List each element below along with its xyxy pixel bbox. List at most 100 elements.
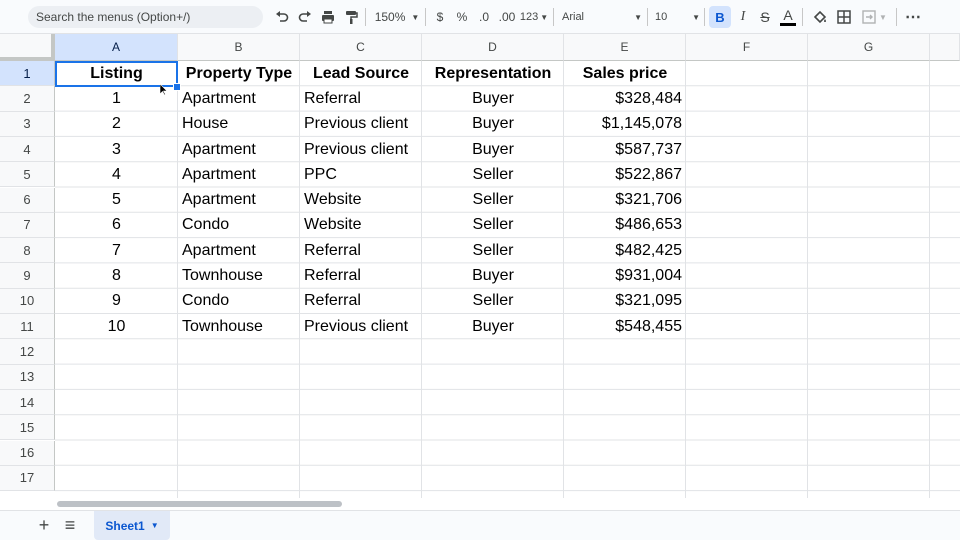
table-cell[interactable]: $321,706 xyxy=(564,188,686,213)
table-cell[interactable]: Referral xyxy=(300,86,422,111)
header-cell[interactable]: Representation xyxy=(422,61,564,86)
decrease-decimal-button[interactable]: .0 xyxy=(474,0,494,34)
table-cell[interactable]: Website xyxy=(300,213,422,238)
table-cell[interactable]: $482,425 xyxy=(564,238,686,263)
table-cell[interactable]: Website xyxy=(300,188,422,213)
table-cell[interactable]: Seller xyxy=(422,289,564,314)
table-cell[interactable]: 9 xyxy=(55,289,178,314)
search-input[interactable] xyxy=(36,10,256,24)
column-header-c[interactable]: C xyxy=(300,34,422,61)
row-header-2[interactable]: 2 xyxy=(0,86,55,112)
row-header-5[interactable]: 5 xyxy=(0,162,55,188)
table-cell[interactable]: Buyer xyxy=(422,112,564,137)
borders-icon[interactable] xyxy=(834,0,854,34)
table-cell[interactable]: 5 xyxy=(55,188,178,213)
table-cell[interactable]: PPC xyxy=(300,162,422,187)
table-cell[interactable]: Buyer xyxy=(422,263,564,288)
column-header-d[interactable]: D xyxy=(422,34,564,61)
header-cell[interactable]: Sales price xyxy=(564,61,686,86)
row-header-10[interactable]: 10 xyxy=(0,288,55,314)
table-cell[interactable]: 10 xyxy=(55,314,178,339)
table-cell[interactable]: Referral xyxy=(300,238,422,263)
undo-icon[interactable] xyxy=(272,0,292,34)
percent-format-button[interactable]: % xyxy=(454,0,470,34)
row-header-14[interactable]: 14 xyxy=(0,389,55,416)
font-size-select[interactable]: 10 ▼ xyxy=(655,0,700,34)
zoom-select[interactable]: 150% ▼ xyxy=(372,0,422,34)
row-header-6[interactable]: 6 xyxy=(0,187,55,213)
table-cell[interactable]: Apartment xyxy=(178,188,300,213)
row-header-16[interactable]: 16 xyxy=(0,440,55,466)
row-header-3[interactable]: 3 xyxy=(0,111,55,137)
header-cell[interactable]: Lead Source xyxy=(300,61,422,86)
table-cell[interactable]: 7 xyxy=(55,238,178,263)
table-cell[interactable]: Previous client xyxy=(300,314,422,339)
table-cell[interactable]: $328,484 xyxy=(564,86,686,111)
table-cell[interactable]: Seller xyxy=(422,238,564,263)
row-header-13[interactable]: 13 xyxy=(0,364,55,390)
strikethrough-button[interactable]: S xyxy=(756,0,774,34)
row-header-4[interactable]: 4 xyxy=(0,136,55,163)
table-cell[interactable]: Condo xyxy=(178,289,300,314)
column-header-b[interactable]: B xyxy=(178,34,300,61)
table-cell[interactable]: House xyxy=(178,112,300,137)
table-cell[interactable]: Referral xyxy=(300,289,422,314)
horizontal-scrollbar[interactable] xyxy=(55,498,960,510)
redo-icon[interactable] xyxy=(295,0,315,34)
text-color-button[interactable]: A xyxy=(778,0,798,34)
row-header-1[interactable]: 1 xyxy=(0,61,55,87)
table-cell[interactable]: Buyer xyxy=(422,137,564,162)
scrollbar-thumb[interactable] xyxy=(57,501,342,507)
menu-search[interactable] xyxy=(28,6,263,28)
table-cell[interactable]: $486,653 xyxy=(564,213,686,238)
table-cell[interactable]: Buyer xyxy=(422,86,564,111)
currency-format-button[interactable]: $ xyxy=(432,0,448,34)
table-cell[interactable]: Previous client xyxy=(300,112,422,137)
bold-button[interactable]: B xyxy=(709,6,731,28)
column-header-a[interactable]: A xyxy=(55,34,178,61)
table-cell[interactable]: $548,455 xyxy=(564,314,686,339)
table-cell[interactable]: Seller xyxy=(422,188,564,213)
table-cell[interactable]: $931,004 xyxy=(564,263,686,288)
table-cell[interactable]: 4 xyxy=(55,162,178,187)
row-header-17[interactable]: 17 xyxy=(0,465,55,492)
table-cell[interactable]: 8 xyxy=(55,263,178,288)
header-cell[interactable]: Property Type xyxy=(178,61,300,86)
column-header-g[interactable]: G xyxy=(808,34,930,61)
table-cell[interactable]: Condo xyxy=(178,213,300,238)
sheet-tab-sheet1[interactable]: Sheet1 ▼ xyxy=(94,511,170,540)
table-cell[interactable]: Previous client xyxy=(300,137,422,162)
table-cell[interactable]: Apartment xyxy=(178,86,300,111)
row-header-11[interactable]: 11 xyxy=(0,314,55,340)
row-header-9[interactable]: 9 xyxy=(0,263,55,289)
all-sheets-button[interactable]: ≡ xyxy=(60,511,80,540)
number-format-select[interactable]: 123 ▼ xyxy=(520,0,548,34)
table-cell[interactable]: $1,145,078 xyxy=(564,112,686,137)
table-cell[interactable]: Seller xyxy=(422,213,564,238)
select-all-corner[interactable] xyxy=(0,34,55,61)
table-cell[interactable]: Apartment xyxy=(178,238,300,263)
font-select[interactable]: Arial ▼ xyxy=(562,0,642,34)
table-cell[interactable]: Referral xyxy=(300,263,422,288)
table-cell[interactable]: Townhouse xyxy=(178,314,300,339)
table-cell[interactable]: Apartment xyxy=(178,162,300,187)
table-cell[interactable]: Apartment xyxy=(178,137,300,162)
italic-button[interactable]: I xyxy=(734,0,752,34)
fill-color-icon[interactable] xyxy=(810,0,830,34)
increase-decimal-button[interactable]: .00 xyxy=(496,0,518,34)
row-header-8[interactable]: 8 xyxy=(0,238,55,264)
paint-format-icon[interactable] xyxy=(341,0,361,34)
print-icon[interactable] xyxy=(318,0,338,34)
row-header-12[interactable]: 12 xyxy=(0,339,55,365)
fill-handle[interactable] xyxy=(173,83,181,91)
merge-cells-icon[interactable]: ▼ xyxy=(858,0,890,34)
table-cell[interactable]: Seller xyxy=(422,162,564,187)
row-header-15[interactable]: 15 xyxy=(0,415,55,441)
table-cell[interactable]: Buyer xyxy=(422,314,564,339)
table-cell[interactable]: $321,095 xyxy=(564,289,686,314)
table-cell[interactable]: $522,867 xyxy=(564,162,686,187)
column-header-f[interactable]: F xyxy=(686,34,808,61)
table-cell[interactable]: Townhouse xyxy=(178,263,300,288)
table-cell[interactable]: 2 xyxy=(55,112,178,137)
row-header-7[interactable]: 7 xyxy=(0,212,55,239)
